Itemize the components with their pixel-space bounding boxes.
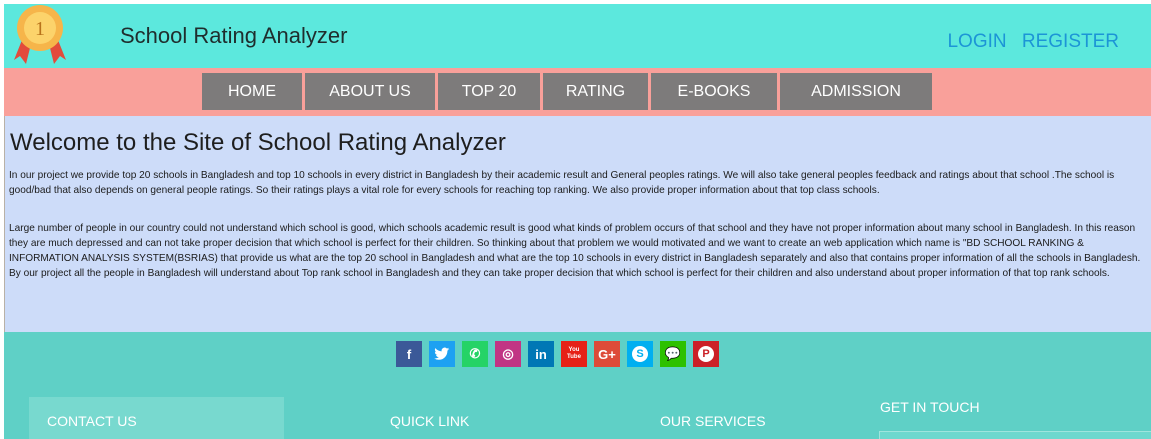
nav-e-books[interactable]: E-BOOKS bbox=[651, 73, 777, 110]
nav-home[interactable]: HOME bbox=[202, 73, 302, 110]
medal-number: 1 bbox=[35, 18, 45, 40]
site-title: School Rating Analyzer bbox=[120, 23, 348, 48]
site-header: 1 School Rating Analyzer LOGIN REGISTER bbox=[4, 4, 1151, 68]
get-in-touch-heading: GET IN TOUCH bbox=[880, 399, 980, 415]
wechat-icon[interactable]: 💬 bbox=[660, 341, 686, 367]
site-footer: f 🐦 ✆ ◎ in You Tube G+ S 💬 P CONTACT US … bbox=[4, 332, 1151, 439]
social-icons: f 🐦 ✆ ◎ in You Tube G+ S 💬 P bbox=[396, 341, 719, 367]
login-link[interactable]: LOGIN bbox=[947, 31, 1006, 52]
register-link[interactable]: REGISTER bbox=[1022, 31, 1119, 52]
skype-icon[interactable]: S bbox=[627, 341, 653, 367]
main-navigation: HOME ABOUT US TOP 20 RATING E-BOOKS ADMI… bbox=[4, 68, 1151, 116]
nav-top-20[interactable]: TOP 20 bbox=[438, 73, 540, 110]
twitter-icon[interactable]: 🐦 bbox=[429, 341, 455, 367]
intro-paragraph: In our project we provide top 20 schools… bbox=[9, 170, 1115, 196]
nav-admission[interactable]: ADMISSION bbox=[780, 73, 932, 110]
welcome-section: Welcome to the Site of School Rating Ana… bbox=[4, 116, 1151, 332]
contact-us-heading: CONTACT US bbox=[47, 413, 137, 429]
nav-about-us[interactable]: ABOUT US bbox=[305, 73, 435, 110]
outcome-text: By our project all the people in Banglad… bbox=[9, 268, 1110, 279]
nav-rating[interactable]: RATING bbox=[543, 73, 648, 110]
youtube-icon[interactable]: You Tube bbox=[561, 341, 587, 367]
page: 1 School Rating Analyzer LOGIN REGISTER … bbox=[4, 4, 1151, 439]
pinterest-icon[interactable]: P bbox=[693, 341, 719, 367]
problem-text: Large number of people in our country co… bbox=[9, 223, 1141, 264]
auth-links: LOGIN REGISTER bbox=[937, 31, 1119, 53]
description-paragraph: Large number of people in our country co… bbox=[9, 221, 1149, 281]
quick-link-heading: QUICK LINK bbox=[390, 413, 470, 429]
instagram-icon[interactable]: ◎ bbox=[495, 341, 521, 367]
contact-panel: CONTACT US bbox=[29, 397, 284, 439]
google-plus-icon[interactable]: G+ bbox=[594, 341, 620, 367]
our-services-heading: OUR SERVICES bbox=[660, 413, 766, 429]
page-title: Welcome to the Site of School Rating Ana… bbox=[10, 129, 506, 156]
medal-icon: 1 bbox=[14, 5, 66, 64]
get-in-touch-input[interactable] bbox=[879, 431, 1151, 439]
whatsapp-icon[interactable]: ✆ bbox=[462, 341, 488, 367]
linkedin-icon[interactable]: in bbox=[528, 341, 554, 367]
facebook-icon[interactable]: f bbox=[396, 341, 422, 367]
